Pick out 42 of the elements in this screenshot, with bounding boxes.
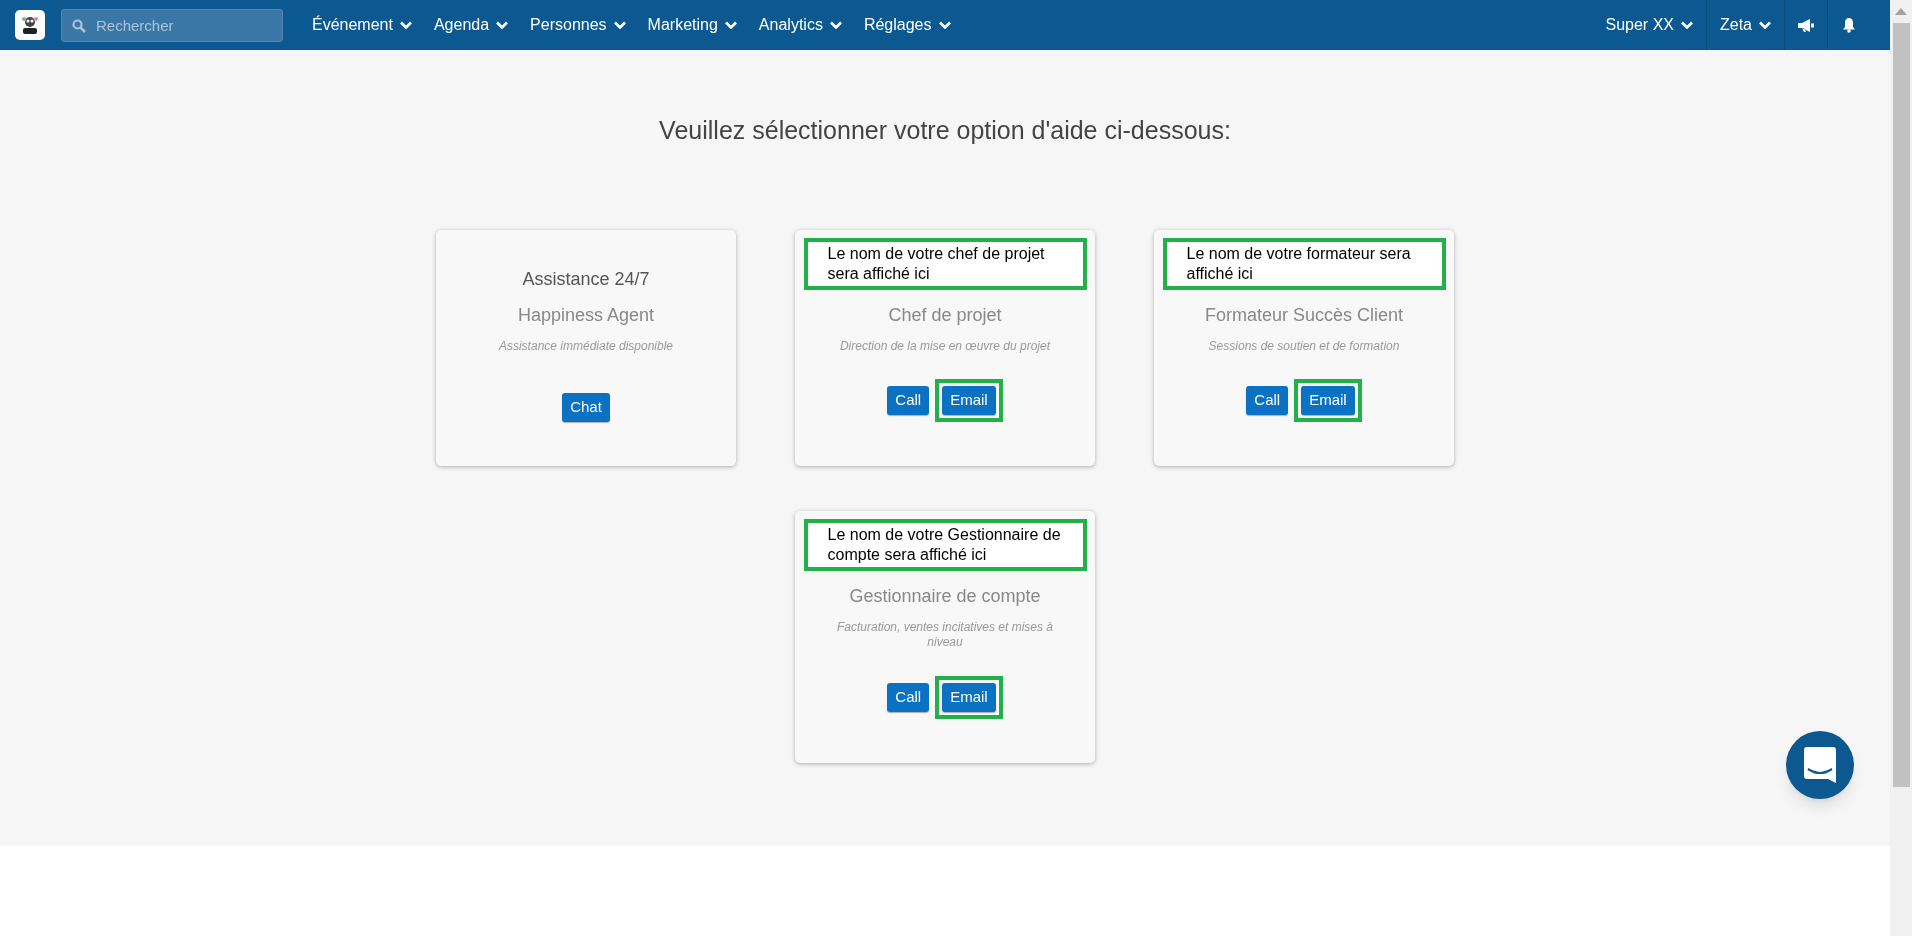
action-button[interactable]: Chat <box>562 392 610 422</box>
chevron-down-icon <box>829 21 842 29</box>
chevron-down-icon <box>1759 21 1771 29</box>
chevron-down-icon <box>938 21 951 29</box>
role-description: Direction de la mise en œuvre du projet <box>838 338 1052 354</box>
chevron-down-icon <box>1681 21 1693 29</box>
action-button[interactable]: Email <box>1301 385 1355 415</box>
chat-bubble-icon <box>1804 747 1836 783</box>
nav-menu[interactable]: Marketing <box>636 0 748 50</box>
chat-launcher-button[interactable] <box>1786 731 1854 799</box>
nav-menu[interactable]: Analytics <box>747 0 853 50</box>
role-description: Sessions de soutien et de formation <box>1207 338 1401 354</box>
role-title: Gestionnaire de compte <box>849 584 1041 608</box>
logo-icon[interactable] <box>15 10 45 40</box>
action-button[interactable]: Email <box>942 682 996 712</box>
chevron-down-icon <box>496 21 509 29</box>
role-description: Assistance immédiate disponible <box>497 338 675 354</box>
action-button[interactable]: Call <box>887 385 930 415</box>
account-menu[interactable]: Super XX <box>1592 0 1706 50</box>
nav-menu[interactable]: Événement <box>301 0 423 50</box>
chevron-down-icon <box>613 21 626 29</box>
page-heading: Veuillez sélectionner votre option d'aide ci-dessous: <box>659 115 1231 146</box>
action-button[interactable]: Call <box>887 682 930 712</box>
nav-menu[interactable]: Agenda <box>422 0 520 50</box>
chevron-down-icon <box>399 21 412 29</box>
search-icon <box>72 18 86 33</box>
nav-menu[interactable]: Personnes <box>519 0 637 50</box>
search-field[interactable]: Rechercher <box>61 8 283 42</box>
role-title: Formateur Succès Client <box>1204 303 1404 327</box>
annotation-label: Le nom de votre chef de projet sera affiché ici <box>803 237 1087 290</box>
chevron-down-icon <box>724 21 737 29</box>
role-title: Happiness Agent <box>517 303 655 327</box>
annotation-label: Le nom de votre formateur sera affiché ici <box>1162 237 1446 290</box>
action-button[interactable]: Call <box>1246 385 1289 415</box>
role-title: Chef de projet <box>888 303 1002 327</box>
card-title: Assistance 24/7 <box>522 267 650 290</box>
scrollbar[interactable] <box>1890 0 1912 936</box>
nav-menu[interactable]: Réglages <box>852 0 962 50</box>
action-button[interactable]: Email <box>942 385 996 415</box>
role-description: Facturation, ventes incitatives et mises à niveau <box>835 619 1055 650</box>
annotation-label: Le nom de votre Gestionnaire de compte sera affiché ici <box>803 518 1087 571</box>
scrollbar-thumb[interactable] <box>1892 23 1910 787</box>
